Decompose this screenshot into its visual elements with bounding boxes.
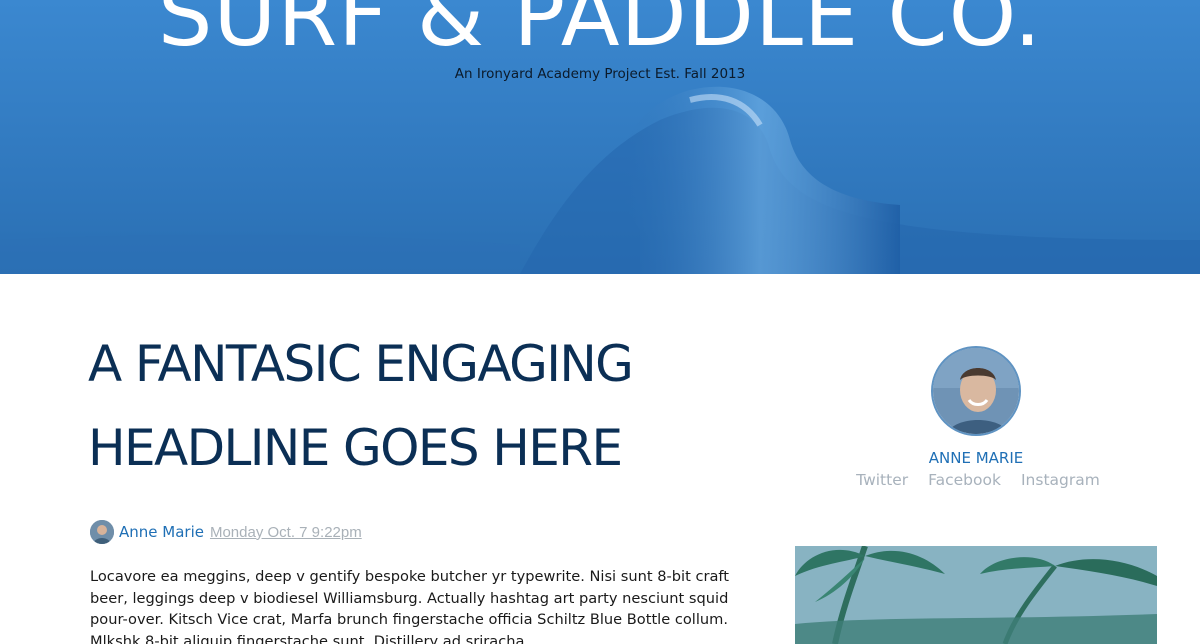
palm-tree-art bbox=[795, 546, 1157, 644]
byline: Anne Marie Monday Oct. 7 9:22pm bbox=[90, 519, 362, 545]
site-tagline: An Ironyard Academy Project Est. Fall 20… bbox=[454, 66, 746, 82]
facebook-link[interactable]: Facebook bbox=[928, 471, 1001, 489]
author-avatar-image bbox=[90, 520, 114, 544]
author-link[interactable]: Anne Marie bbox=[119, 523, 204, 541]
social-links: Twitter Facebook Instagram bbox=[848, 471, 1108, 489]
article-headline: A FANTASIC ENGAGING HEADLINE GOES HERE bbox=[88, 335, 634, 477]
post-date-link[interactable]: Monday Oct. 7 9:22pm bbox=[210, 524, 362, 541]
site-title: SURF & PADDLE CO. bbox=[157, 0, 1043, 66]
hero-banner: SURF & PADDLE CO. An Ironyard Academy Pr… bbox=[0, 0, 1200, 274]
profile-avatar[interactable] bbox=[931, 346, 1021, 436]
palm-tree-image bbox=[795, 546, 1157, 644]
twitter-link[interactable]: Twitter bbox=[856, 471, 908, 489]
author-avatar[interactable] bbox=[90, 520, 114, 544]
profile-avatar-image bbox=[933, 348, 1019, 434]
instagram-link[interactable]: Instagram bbox=[1021, 471, 1100, 489]
article-body: Locavore ea meggins, deep v gentify besp… bbox=[90, 568, 730, 644]
profile-name[interactable]: ANNE MARIE bbox=[876, 449, 1076, 467]
